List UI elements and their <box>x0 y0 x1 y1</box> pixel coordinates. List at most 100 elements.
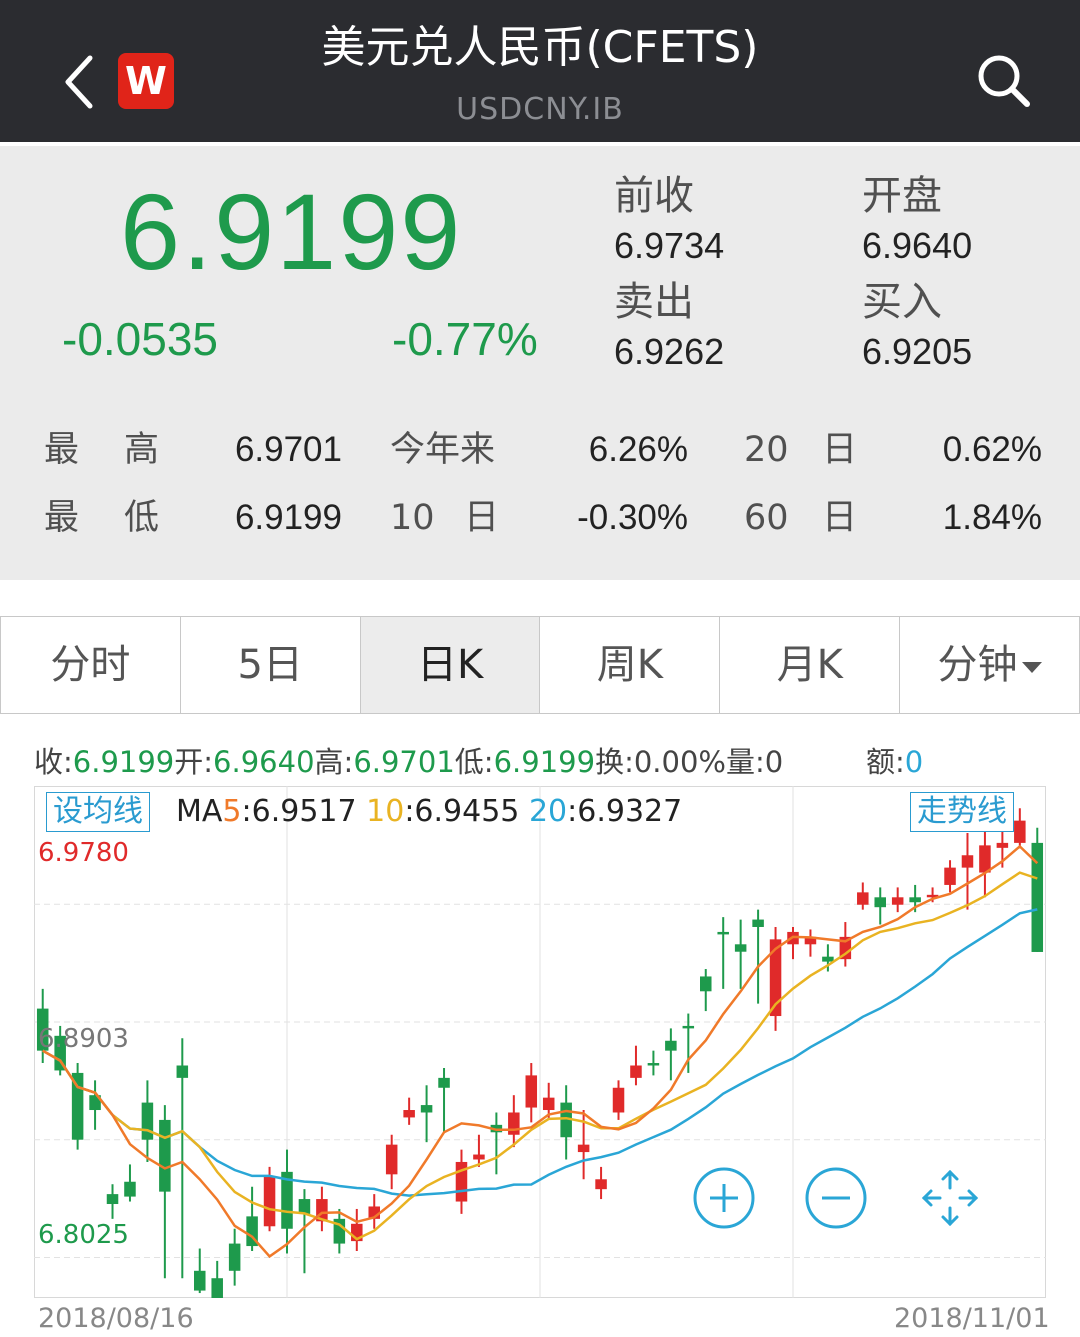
candle-body <box>542 1097 555 1111</box>
candle-body <box>612 1087 625 1113</box>
candle-body <box>944 867 956 885</box>
open-value: 6.9640 <box>213 745 315 779</box>
tab-5day[interactable]: 5日 <box>181 617 361 713</box>
d10-unit: 日 <box>464 498 500 538</box>
candle-body <box>176 1065 189 1078</box>
trend-line-button[interactable]: 走势线 <box>910 792 1014 832</box>
amount-label: 额: <box>866 745 905 779</box>
d60-value: 1.84% <box>942 498 1042 537</box>
prev-close-value: 6.9734 <box>614 225 725 266</box>
candle-body <box>403 1110 415 1118</box>
candle-body <box>979 845 991 873</box>
ytd-label: 今年来 <box>390 430 496 470</box>
candle-body <box>106 1194 119 1205</box>
ytd-value: 6.26% <box>588 430 688 469</box>
buy-value: 6.9205 <box>862 331 973 372</box>
candle-body <box>420 1105 433 1113</box>
ohlc-info-line: 收:6.9199开:6.9640高:6.9701低:6.9199换:0.00%量… <box>34 742 783 782</box>
ma5-prefix: MA <box>176 794 223 829</box>
d10-value: -0.30% <box>577 498 688 537</box>
d10-num: 10 <box>390 498 435 538</box>
d60-num: 60 <box>744 498 789 538</box>
low-label-1: 最 <box>44 498 80 538</box>
low-label: 低: <box>454 745 494 779</box>
page-title: 美元兑人民币(CFETS) <box>321 22 759 73</box>
high-value: 6.9701 <box>353 745 455 779</box>
candle-body <box>211 1278 223 1298</box>
price-change-percent: -0.77% <box>392 313 538 365</box>
tab-daily-k[interactable]: 日K <box>360 617 541 713</box>
candle-body <box>734 944 747 952</box>
ma20-value: :6.9327 <box>567 794 683 829</box>
high-label-1: 最 <box>44 430 80 470</box>
candle-body <box>874 897 886 908</box>
candle-body <box>124 1181 136 1197</box>
zoom-in-icon[interactable] <box>692 1166 756 1230</box>
kline-chart[interactable] <box>34 786 1046 1298</box>
candle-body <box>909 897 921 903</box>
candle-body <box>682 1025 695 1029</box>
high-label: 高: <box>314 745 354 779</box>
low-value: 6.9199 <box>493 745 596 779</box>
sell-value: 6.9262 <box>614 331 725 372</box>
tab-weekly-k[interactable]: 周K <box>540 617 721 713</box>
candle-body <box>525 1075 538 1108</box>
candle-body <box>961 855 974 868</box>
d20-unit: 日 <box>822 430 858 470</box>
candle-body <box>717 931 729 935</box>
zoom-out-icon[interactable] <box>804 1166 868 1230</box>
d20-num: 20 <box>744 430 789 470</box>
candle-body <box>665 1040 677 1051</box>
candle-body <box>473 1154 485 1160</box>
amount-value: 0 <box>904 745 924 779</box>
tab-monthly-k[interactable]: 月K <box>720 617 901 713</box>
candle-body <box>891 897 904 905</box>
tab-minute[interactable]: 分钟 <box>900 617 1079 713</box>
candle-body <box>508 1112 520 1135</box>
candle-body <box>159 1119 171 1192</box>
ma-values: MA5:6.9517 10:6.9455 20:6.9327 <box>176 792 682 832</box>
open-label: 开盘 <box>862 173 942 219</box>
candle-body <box>298 1199 311 1214</box>
ma5-value: :6.9517 <box>241 794 357 829</box>
candle-body <box>857 892 869 905</box>
ma5-num: 5 <box>222 794 242 829</box>
high-value: 6.9701 <box>234 430 342 469</box>
candle-body <box>228 1243 241 1271</box>
top-bar: W 美元兑人民币(CFETS) USDCNY.IB <box>0 0 1080 142</box>
tab-intraday[interactable]: 分时 <box>1 617 181 713</box>
volume-label: 量: <box>725 745 765 779</box>
tab-minute-label: 分钟 <box>937 642 1018 688</box>
search-icon[interactable] <box>975 52 1033 110</box>
candle-body <box>385 1144 398 1175</box>
candle-body <box>630 1065 642 1078</box>
chevron-down-icon <box>1021 661 1042 673</box>
close-label: 收: <box>34 745 73 779</box>
fullscreen-icon[interactable] <box>918 1166 982 1230</box>
open-value: 6.9640 <box>862 225 973 266</box>
ma10-value: :6.9455 <box>404 794 520 829</box>
period-tabs: 分时 5日 日K 周K 月K 分钟 <box>0 616 1080 714</box>
candle-body <box>700 976 712 992</box>
sell-label: 卖出 <box>614 279 694 325</box>
set-ma-button[interactable]: 设均线 <box>46 792 150 832</box>
page-subtitle: USDCNY.IB <box>456 92 624 127</box>
high-label-2: 高 <box>124 430 160 470</box>
ma10-num: 10 <box>366 794 405 829</box>
candle-body <box>577 1144 590 1153</box>
candle-body <box>752 919 764 927</box>
prev-close-label: 前收 <box>614 173 694 219</box>
x-start-date: 2018/08/16 <box>38 1303 194 1334</box>
open-label: 开: <box>174 745 214 779</box>
candle-body <box>996 842 1009 848</box>
price-change: -0.0535 <box>62 313 219 365</box>
last-price: 6.9199 <box>120 171 463 292</box>
low-label-2: 低 <box>124 498 160 538</box>
turnover-value: 0.00% <box>633 745 726 779</box>
buy-label: 买入 <box>862 279 942 325</box>
close-value: 6.9199 <box>72 745 175 779</box>
y-min-label: 6.8025 <box>38 1220 129 1250</box>
candle-body <box>141 1102 154 1140</box>
ma20-num: 20 <box>528 794 568 829</box>
candle-body <box>1014 820 1026 843</box>
